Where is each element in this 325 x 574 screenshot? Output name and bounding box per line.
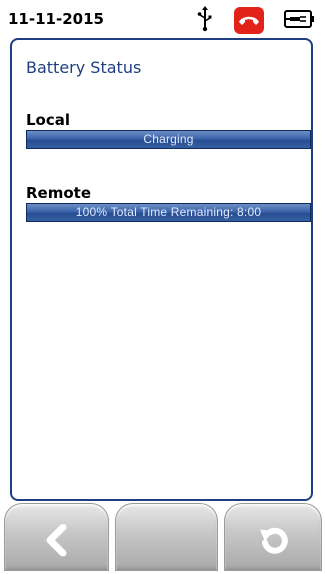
local-label: Local <box>26 111 71 129</box>
refresh-icon <box>260 527 288 554</box>
battery-status-panel: Battery Status Local Charging Remote 100… <box>10 38 313 501</box>
blank-softkey-button[interactable] <box>115 503 218 571</box>
remote-battery-bar: 100% Total Time Remaining: 8:00 <box>26 203 311 222</box>
page-title: Battery Status <box>26 58 142 77</box>
local-battery-bar: Charging <box>26 130 311 149</box>
phone-hangup-icon[interactable] <box>234 7 264 34</box>
remote-battery-status: 100% Total Time Remaining: 8:00 <box>75 205 262 219</box>
battery-charging-icon <box>284 10 314 28</box>
refresh-button[interactable] <box>224 503 322 571</box>
status-bar: 11-11-2015 <box>0 0 325 38</box>
status-date: 11-11-2015 <box>8 10 104 28</box>
back-arrow-icon <box>46 524 66 557</box>
remote-label: Remote <box>26 184 92 202</box>
back-button[interactable] <box>4 503 109 571</box>
bottom-toolbar <box>0 501 325 574</box>
local-battery-status: Charging <box>143 132 194 146</box>
usb-icon <box>197 6 212 32</box>
